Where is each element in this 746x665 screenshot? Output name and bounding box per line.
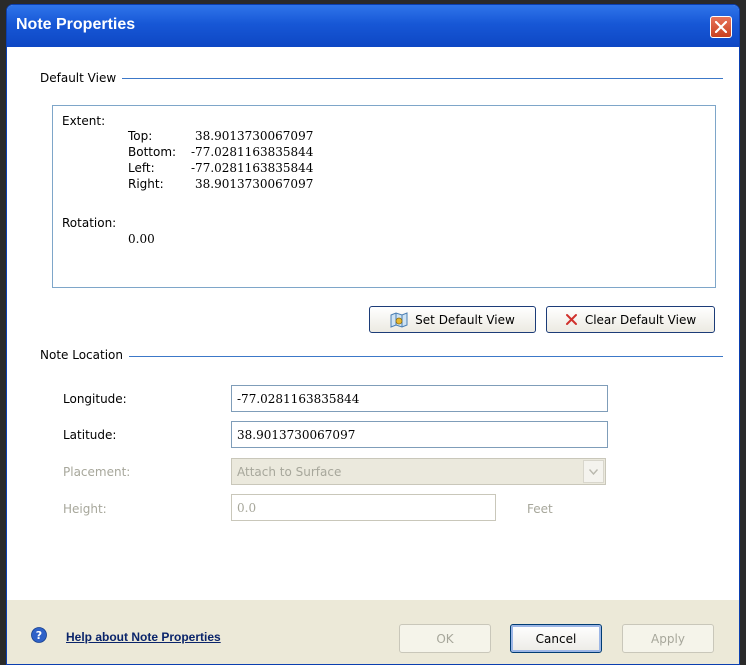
placement-select[interactable]: Attach to Surface xyxy=(231,458,606,485)
longitude-label: Longitude: xyxy=(63,392,127,406)
close-icon xyxy=(715,21,727,33)
dialog-footer: ? Help about Note Properties OK Cancel A… xyxy=(7,600,739,664)
height-unit: Feet xyxy=(527,502,553,516)
set-default-view-label: Set Default View xyxy=(415,312,515,327)
height-field[interactable]: 0.0 xyxy=(231,494,496,521)
longitude-field[interactable]: -77.0281163835844 xyxy=(231,385,608,412)
placement-label: Placement: xyxy=(63,465,131,479)
latitude-field[interactable]: 38.9013730067097 xyxy=(231,421,608,448)
placement-dropdown-button[interactable] xyxy=(583,460,604,483)
left-label: Left: xyxy=(128,161,155,175)
chevron-down-icon xyxy=(589,468,598,475)
placement-value: Attach to Surface xyxy=(237,465,342,479)
set-default-view-button[interactable]: Set Default View xyxy=(369,306,536,333)
apply-button[interactable]: Apply xyxy=(622,624,714,653)
left-value: -77.0281163835844 xyxy=(191,161,314,175)
default-view-divider xyxy=(41,78,723,79)
map-view-icon xyxy=(390,311,408,328)
bottom-label: Bottom: xyxy=(128,145,177,159)
default-view-title: Default View xyxy=(40,71,123,85)
latitude-label: Latitude: xyxy=(63,428,117,442)
note-properties-dialog: Note Properties Default View Extent: Top… xyxy=(6,4,740,665)
title-bar: Note Properties xyxy=(7,5,739,47)
default-view-box: Extent: Top: 38.9013730067097 Bottom: -7… xyxy=(52,105,716,288)
bottom-value: -77.0281163835844 xyxy=(191,145,314,159)
clear-default-view-button[interactable]: Clear Default View xyxy=(546,306,715,333)
extent-label: Extent: xyxy=(62,114,106,128)
height-label: Height: xyxy=(63,502,107,516)
right-label: Right: xyxy=(128,177,164,191)
rotation-label: Rotation: xyxy=(62,216,117,230)
note-location-divider xyxy=(41,356,723,357)
cancel-button[interactable]: Cancel xyxy=(510,624,602,653)
x-icon xyxy=(565,313,578,326)
right-value: 38.9013730067097 xyxy=(195,177,314,191)
rotation-value: 0.00 xyxy=(128,232,155,246)
top-value: 38.9013730067097 xyxy=(195,129,314,143)
clear-default-view-label: Clear Default View xyxy=(584,312,697,327)
dialog-title: Note Properties xyxy=(16,16,136,33)
help-icon[interactable]: ? xyxy=(31,627,47,646)
note-location-title: Note Location xyxy=(40,348,129,362)
ok-button[interactable]: OK xyxy=(399,624,491,653)
svg-text:?: ? xyxy=(36,629,42,642)
help-link[interactable]: Help about Note Properties xyxy=(66,630,221,644)
close-button[interactable] xyxy=(710,16,732,38)
top-label: Top: xyxy=(128,129,153,143)
